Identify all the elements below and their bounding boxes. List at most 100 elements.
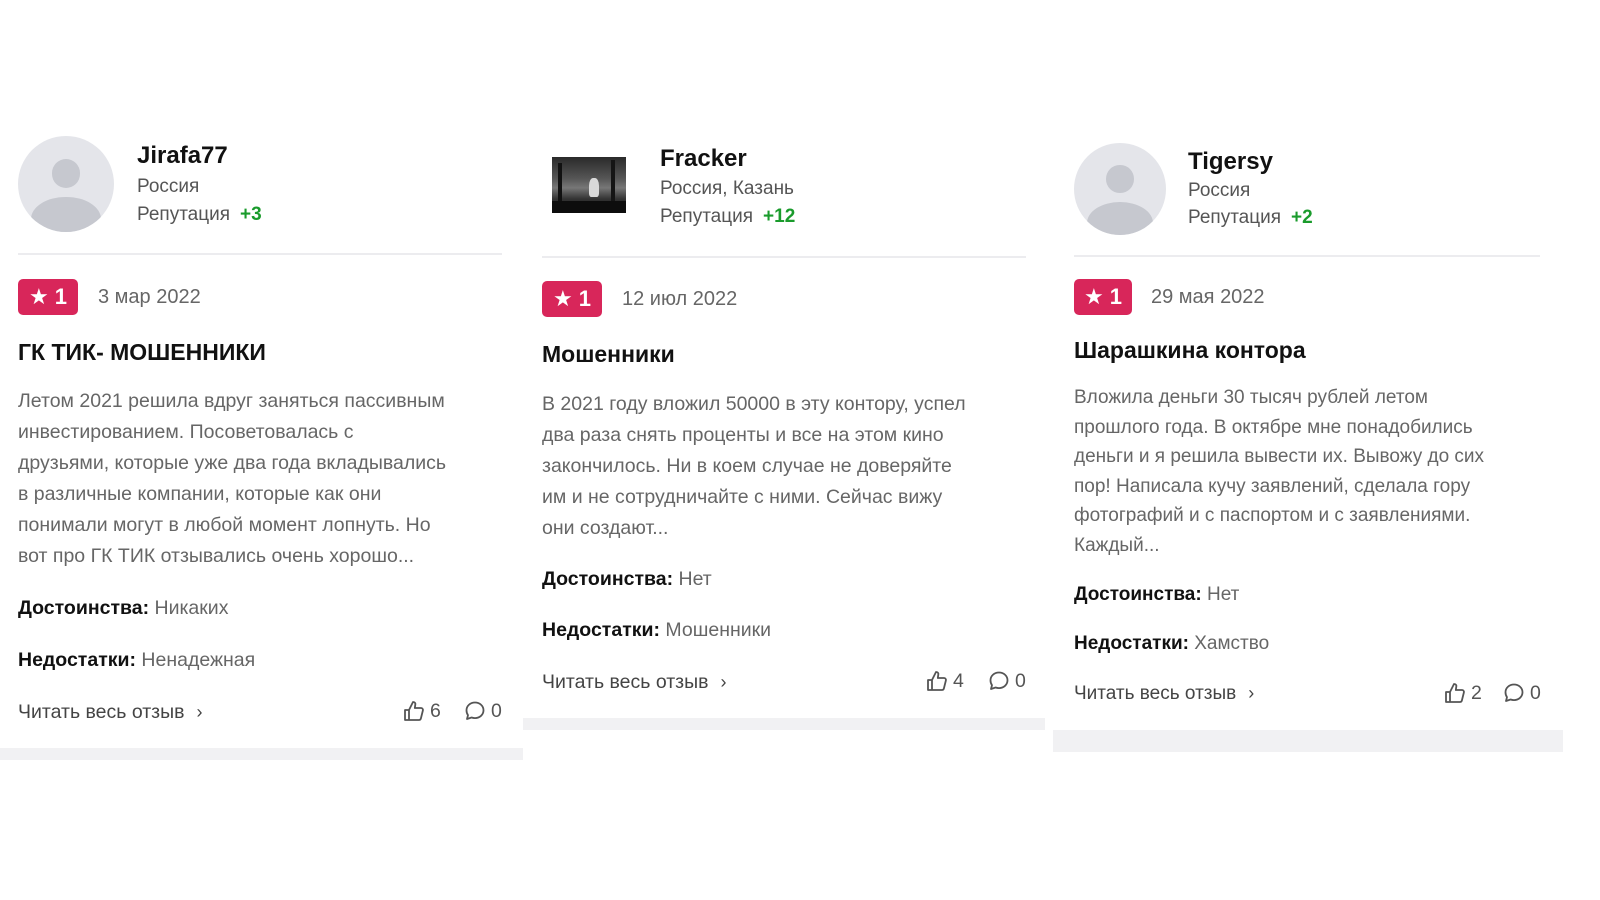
read-more-link[interactable]: Читать весь отзыв › [18,701,203,724]
review-title[interactable]: Шарашкина контора [1074,337,1306,364]
comment-button[interactable]: 0 [463,699,502,723]
review-text-line: они создают... [542,517,669,539]
avatar-photo-detail [557,162,563,205]
avatar-photo-detail [589,178,600,198]
user-location: Россия, Казань [660,178,794,199]
review-text-line: прошлого года. В октябре мне понадобилис… [1074,416,1473,438]
like-count: 2 [1471,681,1482,704]
comment-icon [989,671,1009,690]
user-name[interactable]: Tigersy [1188,148,1273,176]
pros-value: Нет [678,568,712,590]
user-name[interactable]: Fracker [660,145,747,173]
review-text-line: инвестированием. Посоветовалась с [18,421,354,443]
star-icon: ★ [29,284,49,309]
review-cons: Недостатки: Мошенники [542,619,771,642]
like-button[interactable]: 6 [402,699,441,723]
comment-count: 0 [1015,669,1026,692]
header-divider [1074,255,1540,257]
reputation-value: +2 [1291,207,1313,228]
read-more-label: Читать весь отзыв [18,701,185,723]
comment-count: 0 [1530,681,1541,704]
cons-value: Мошенники [665,619,772,641]
review-cons: Недостатки: Ненадежная [18,649,255,672]
card-bottom-edge [523,718,1045,730]
avatar-head-shape [1106,165,1134,193]
chevron-right-icon: › [196,702,203,722]
like-button[interactable]: 2 [1443,681,1482,705]
card-bottom-edge [0,748,523,760]
review-pros: Достоинства: Никаких [18,597,228,620]
review-text-line: Летом 2021 решила вдруг заняться пассивн… [18,390,445,412]
rating-badge: ★ 1 [542,281,602,317]
read-more-link[interactable]: Читать весь отзыв › [542,671,727,694]
review-text: Летом 2021 решила вдруг заняться пассивн… [18,386,446,572]
thumbs-up-icon [404,701,424,721]
star-icon: ★ [553,286,573,311]
review-date: 3 мар 2022 [98,286,201,308]
rating-value: 1 [1109,284,1122,309]
rating-badge: ★ 1 [18,279,78,315]
review-text-line: в различные компании, которые как они [18,483,382,505]
avatar-head-shape [51,159,81,188]
review-text-line: понимали могут в любой момент лопнуть. Н… [18,514,431,536]
review-text-line: два раза снять проценты и все на этом ки… [542,424,944,446]
read-more-label: Читать весь отзыв [1074,683,1237,704]
user-avatar[interactable] [552,157,626,213]
review-text-line: вот про ГК ТИК отзывались очень хорошо..… [18,545,415,567]
user-avatar[interactable] [1074,143,1166,235]
comment-icon [465,701,485,720]
cons-label: Недостатки: [18,649,136,671]
pros-label: Достоинства: [542,568,674,590]
chevron-right-icon: › [720,672,727,692]
read-more-link[interactable]: Читать весь отзыв › [1074,683,1254,705]
reputation-label: Репутация [660,206,754,227]
avatar-photo-detail [611,159,615,205]
comment-icon [1504,683,1524,702]
pros-value: Никаких [154,597,229,619]
comment-button[interactable]: 0 [1502,681,1541,705]
cons-value: Ненадежная [141,649,256,671]
review-card: Jirafa77 Россия Репутация +3 ★ 1 3 мар 202… [0,112,523,748]
user-name[interactable]: Jirafa77 [137,142,228,170]
pros-label: Достоинства: [1074,584,1202,605]
review-text: В 2021 году вложил 50000 в эту контору, … [542,389,966,544]
review-title[interactable]: ГК ТИК- МОШЕННИКИ [18,339,266,366]
cons-label: Недостатки: [1074,633,1189,654]
comment-button[interactable]: 0 [987,669,1026,693]
user-reputation: Репутация +3 [137,204,262,226]
chevron-right-icon: › [1248,683,1255,703]
rating-value: 1 [578,286,591,311]
review-card: Tigersy Россия Репутация +2 ★ 1 29 мая 202… [1053,112,1563,730]
like-button[interactable]: 4 [925,669,964,693]
reputation-value: +3 [240,204,262,225]
review-text-line: пор! Написала кучу заявлений, сделала го… [1074,475,1471,497]
review-text-line: фотографий и с паспортом и с заявлениями… [1074,505,1471,527]
user-location: Россия [1188,180,1251,201]
header-divider [542,256,1026,258]
review-pros: Достоинства: Нет [542,568,712,591]
rating-badge: ★ 1 [1074,279,1132,315]
pros-value: Нет [1206,584,1240,605]
avatar-body-shape [31,197,101,232]
like-count: 4 [953,669,964,692]
cons-label: Недостатки: [542,619,660,641]
review-text: Вложила деньги 30 тысяч рублей летом про… [1074,383,1484,561]
review-text-line: Каждый... [1074,534,1160,556]
rating-value: 1 [54,284,67,309]
pros-label: Достоинства: [18,597,150,619]
review-date: 29 мая 2022 [1151,286,1265,308]
review-title[interactable]: Мошенники [542,341,675,368]
reputation-label: Репутация [137,204,231,225]
review-cons: Недостатки: Хамство [1074,633,1269,655]
user-reputation: Репутация +12 [660,206,795,228]
review-pros: Достоинства: Нет [1074,584,1239,606]
review-card: Fracker Россия, Казань Репутация +12 ★ 1 1… [523,112,1045,718]
header-divider [18,253,502,255]
card-bottom-edge [1053,730,1563,752]
review-text-line: друзьями, которые уже два года вкладывал… [18,452,447,474]
user-avatar[interactable] [18,136,114,232]
review-date: 12 июл 2022 [622,288,738,310]
reputation-label: Репутация [1188,207,1282,228]
reputation-value: +12 [763,206,796,227]
thumbs-up-icon [1445,683,1465,703]
